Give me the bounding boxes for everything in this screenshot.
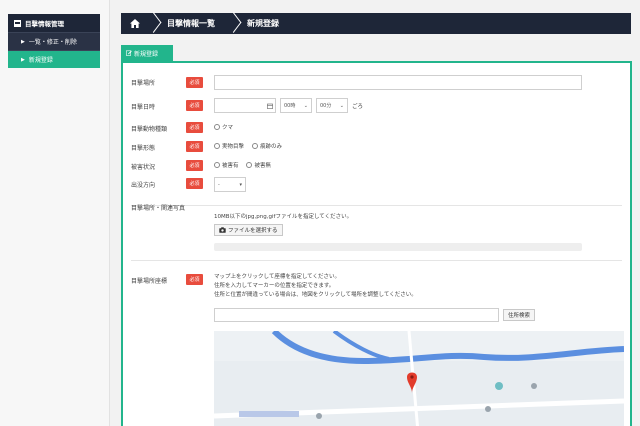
edit-icon [126,50,132,56]
damage-radio-group: 被害有 被害無 [214,161,277,170]
direction-select[interactable]: - ▾ [214,177,246,192]
field-label: 出没方向 [131,182,156,189]
field-label: 被害状況 [131,164,156,171]
breadcrumb-item-current: 新規登録 [247,19,279,28]
field-label: 目撃場所・関連写真 [131,205,186,212]
required-badge: 必須 [186,77,203,88]
field-label: 目撃形態 [131,145,156,152]
form-row-location: 目撃場所座標 必須 マップ上をクリックして座標を指定してください。 住所を入力し… [123,273,630,333]
required-badge: 必須 [186,122,203,133]
map[interactable] [214,331,624,426]
map-canvas [214,331,624,426]
form-row-place: 目撃場所 必須 [123,75,630,90]
radio-actual[interactable]: 実物目撃 [214,142,244,150]
date-input[interactable] [214,98,276,113]
time-suffix: ごろ [352,104,364,110]
form-panel: 目撃場所 必須 目撃日時 必須 00時 ⌄ 00分 ⌄ ごろ 目撃動物種類 必須… [121,61,632,426]
breadcrumb-separator [149,13,159,34]
sidebar-item-label: 一覧・修正・削除 [28,39,77,46]
hour-select[interactable]: 00時 ⌄ [280,98,312,113]
tab-label: 新規登録 [134,50,159,58]
minute-select[interactable]: 00分 ⌄ [316,98,348,113]
required-badge: 必須 [186,160,203,171]
field-label: 目撃場所 [131,80,156,87]
tab-new-registration[interactable]: 新規登録 [121,45,173,61]
field-label: 目撃動物種類 [131,126,168,133]
sidebar-item-label: 新規登録 [28,57,53,64]
chevron-down-icon: ⌄ [303,102,308,109]
radio-trace[interactable]: 痕跡のみ [251,142,282,150]
choose-file-button[interactable]: ファイルを選択する [214,224,283,236]
form-row-datetime: 目撃日時 必須 00時 ⌄ 00分 ⌄ ごろ [123,98,630,113]
home-icon[interactable] [121,19,149,28]
divider [131,260,622,261]
chevron-down-icon: ⌄ [339,102,344,109]
location-note: 住所と位置が間違っている場合は、地図をクリックして場所を調整してください。 [214,292,417,298]
required-badge: 必須 [186,274,203,285]
place-input[interactable] [214,75,582,90]
form-row-damage: 被害状況 必須 被害有 被害無 [123,159,630,171]
location-notes: マップ上をクリックして座標を指定してください。 住所を入力してマーカーの位置を指… [214,273,417,300]
minute-value: 00分 [320,103,332,109]
upload-progress-bar [214,243,582,251]
sidebar: 目撃情報管理 ▶ 一覧・修正・削除 ▶ 新規登録 [0,0,110,426]
choose-file-label: ファイルを選択する [228,228,278,234]
form-row-form: 目撃形態 必須 実物目撃 痕跡のみ [123,140,630,152]
breadcrumb: 目撃情報一覧 新規登録 [121,13,631,34]
radio-damage-yes[interactable]: 被害有 [214,161,239,169]
breadcrumb-separator [229,13,239,34]
chevron-down-icon: ▾ [239,181,242,188]
address-input[interactable] [214,308,499,322]
direction-value: - [218,181,220,188]
field-label: 目撃場所座標 [131,278,168,285]
sidebar-section-title: 目撃情報管理 [25,20,64,28]
location-note: マップ上をクリックして座標を指定してください。 [214,274,341,280]
hour-value: 00時 [284,103,296,109]
calendar-icon[interactable] [267,103,273,109]
form-row-animal: 目撃動物種類 必須 クマ [123,121,630,133]
radio-damage-no[interactable]: 被害無 [246,161,271,169]
form-row-photo: 目撃場所・関連写真 10MB以下のjpg,png,gifファイルを指定してくださ… [123,203,630,263]
form-radio-group: 実物目撃 痕跡のみ [214,142,288,151]
required-badge: 必須 [186,100,203,111]
breadcrumb-item-list[interactable]: 目撃情報一覧 [159,18,229,29]
required-badge: 必須 [186,141,203,152]
camera-icon [219,227,226,233]
sidebar-item-new[interactable]: ▶ 新規登録 [8,50,100,68]
triangle-right-icon: ▶ [21,38,25,45]
triangle-right-icon: ▶ [21,56,25,63]
sidebar-item-list[interactable]: ▶ 一覧・修正・削除 [8,32,100,50]
location-note: 住所を入力してマーカーの位置を指定できます。 [214,283,335,289]
field-label: 目撃日時 [131,104,156,111]
photo-note: 10MB以下のjpg,png,gifファイルを指定してください。 [214,214,353,220]
form-row-direction: 出没方向 必須 - ▾ [123,177,630,193]
radio-bear[interactable]: クマ [214,123,233,131]
collapse-icon [14,19,21,27]
required-badge: 必須 [186,178,203,189]
address-search-button[interactable]: 住所検索 [503,309,536,321]
sidebar-section-header[interactable]: 目撃情報管理 [8,14,100,32]
animal-radio-group: クマ [214,123,239,132]
